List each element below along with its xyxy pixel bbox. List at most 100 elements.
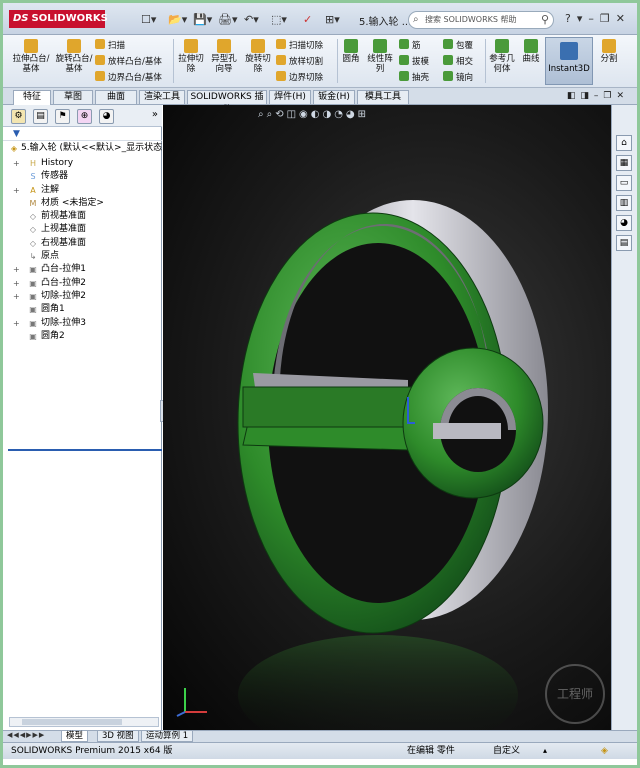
feature-tree-node[interactable]: M 材质 <未指定>: [3, 197, 162, 210]
feature-tree-node[interactable]: + ▣ 切除-拉伸2: [3, 290, 162, 303]
feature-tree-node[interactable]: ◇ 右视基准面: [3, 237, 162, 250]
new-document-button[interactable]: ☐▾: [141, 12, 156, 28]
revolve-cut-button[interactable]: 旋转切除: [242, 39, 274, 74]
tab-mold-tools[interactable]: 模具工具(O): [357, 90, 409, 115]
minimize-button[interactable]: –: [588, 12, 600, 25]
unit-system-selector[interactable]: 自定义: [493, 743, 520, 759]
feature-tree-node[interactable]: ↳ 原点: [3, 250, 162, 263]
feature-tree-node[interactable]: ◇ 上视基准面: [3, 223, 162, 236]
custom-properties-icon[interactable]: ▤: [616, 235, 632, 251]
feature-tree-root[interactable]: ◈ 5.输入轮 (默认<<默认>_显示状态: [3, 142, 162, 155]
boundary-boss-button[interactable]: 边界凸台/基体: [95, 71, 162, 84]
expand-toggle-icon[interactable]: +: [13, 277, 21, 290]
reference-geometry-button[interactable]: 参考几何体: [487, 39, 517, 74]
tab-motion-study[interactable]: 运动算例 1: [141, 731, 194, 742]
tab-addins[interactable]: SOLIDWORKS 插件: [187, 90, 267, 115]
split-button[interactable]: 分割: [597, 39, 621, 64]
solidworks-logo[interactable]: DS SOLIDWORKS: [9, 10, 108, 28]
feature-tree-node[interactable]: ▣ 圆角2: [3, 330, 162, 343]
sweep-button[interactable]: 扫描: [95, 39, 125, 52]
print-button[interactable]: 🖨▾: [218, 12, 238, 28]
appearances-icon[interactable]: ◕: [616, 215, 632, 231]
revolve-boss-button[interactable]: 旋转凸台/基体: [55, 39, 93, 74]
tag-icon[interactable]: ◈: [601, 743, 608, 759]
tile-right-button[interactable]: ◨: [580, 91, 594, 101]
unit-menu-icon[interactable]: ▴: [543, 743, 547, 759]
expand-toggle-icon[interactable]: +: [13, 290, 21, 303]
feature-tree-node[interactable]: S 传感器: [3, 170, 162, 183]
boundary-cut-button[interactable]: 边界切除: [276, 71, 323, 84]
expand-toggle-icon[interactable]: +: [13, 317, 21, 330]
feature-tree-node[interactable]: + ▣ 凸台-拉伸1: [3, 263, 162, 276]
intersect-button[interactable]: 相交: [443, 55, 473, 68]
display-manager-tab-icon[interactable]: ◕: [99, 109, 114, 124]
save-button[interactable]: 💾▾: [193, 12, 212, 28]
graphics-area[interactable]: ⌕⌕⟲◫◉◐◑◔◕⊞ 工程师: [163, 105, 611, 730]
wrap-button[interactable]: 包覆: [443, 39, 473, 52]
tab-model[interactable]: 模型: [61, 731, 89, 742]
help-menu-icon[interactable]: ▾: [577, 12, 589, 25]
draft-button[interactable]: 拔模: [399, 55, 429, 68]
extrude-cut-button[interactable]: 拉伸切除: [176, 39, 206, 74]
file-explorer-icon[interactable]: ▭: [616, 175, 632, 191]
configuration-manager-tab-icon[interactable]: ⚑: [55, 109, 70, 124]
lofted-cut-button[interactable]: 放样切割: [276, 55, 323, 68]
tab-weldments[interactable]: 焊件(H): [269, 90, 311, 104]
linear-pattern-button[interactable]: 线性阵列: [365, 39, 395, 74]
help-search-input[interactable]: ⌕ 搜索 SOLIDWORKS 帮助 ⚲: [408, 11, 554, 29]
tab-3d-views[interactable]: 3D 视图: [97, 731, 139, 742]
undo-button[interactable]: ↶▾: [244, 12, 259, 28]
tab-sketch[interactable]: 草图: [53, 90, 93, 104]
close-button[interactable]: ✕: [616, 12, 631, 25]
expand-toggle-icon[interactable]: +: [13, 157, 21, 170]
property-manager-tab-icon[interactable]: ▤: [33, 109, 48, 124]
filter-icon[interactable]: ▼: [3, 127, 162, 141]
tab-surfaces[interactable]: 曲面: [95, 90, 137, 104]
dimxpert-tab-icon[interactable]: ⊕: [77, 109, 92, 124]
restore-button[interactable]: ❐: [600, 12, 616, 25]
expand-toggle-icon[interactable]: +: [13, 184, 21, 197]
swept-cut-button[interactable]: 扫描切除: [276, 39, 323, 52]
feature-tree-node[interactable]: ◇ 前视基准面: [3, 210, 162, 223]
expand-tabs-icon[interactable]: »: [152, 109, 158, 120]
design-library-icon[interactable]: ▦: [616, 155, 632, 171]
rollback-bar[interactable]: [8, 449, 162, 451]
hole-wizard-button[interactable]: 异型孔向导: [208, 39, 240, 74]
scroll-thumb[interactable]: [22, 719, 122, 725]
mirror-button[interactable]: 镜向: [443, 71, 473, 84]
tab-nav-arrows[interactable]: ◀◀◀▶▶▶: [7, 731, 45, 739]
open-button[interactable]: 📂▾: [168, 12, 187, 28]
options-button[interactable]: ⊞▾: [325, 12, 340, 28]
extrude-boss-button[interactable]: 拉伸凸台/基体: [11, 39, 51, 74]
instant3d-button[interactable]: Instant3D: [545, 37, 593, 85]
shell-button[interactable]: 抽壳: [399, 71, 429, 84]
tile-left-button[interactable]: ◧: [567, 91, 581, 101]
loft-boss-button[interactable]: 放样凸台/基体: [95, 55, 162, 68]
rib-button[interactable]: 筋: [399, 39, 421, 52]
tab-features[interactable]: 特征: [13, 90, 51, 105]
view-palette-icon[interactable]: ▥: [616, 195, 632, 211]
feature-manager-tab-icon[interactable]: ⚙: [11, 109, 26, 124]
doc-restore-button[interactable]: ❐: [603, 91, 616, 101]
tab-render-tools[interactable]: 渲染工具: [139, 90, 185, 104]
expand-toggle-icon[interactable]: +: [13, 263, 21, 276]
feature-tree-node[interactable]: + H History: [3, 157, 162, 170]
part-model-view[interactable]: [163, 105, 611, 730]
loft-boss-label: 放样凸台/基体: [108, 57, 162, 67]
ribbon-separator: [337, 39, 338, 83]
sw-resources-icon[interactable]: ⌂: [616, 135, 632, 151]
search-go-icon[interactable]: ⚲: [541, 12, 549, 28]
feature-tree-node[interactable]: + ▣ 凸台-拉伸2: [3, 277, 162, 290]
feature-tree-node[interactable]: + ▣ 切除-拉伸3: [3, 317, 162, 330]
rebuild-button[interactable]: ✓: [303, 12, 312, 28]
tab-sheet-metal[interactable]: 钣金(H): [313, 90, 355, 104]
feature-tree-node[interactable]: + A 注解: [3, 184, 162, 197]
curves-button[interactable]: 曲线: [519, 39, 543, 64]
doc-minimize-button[interactable]: –: [594, 91, 604, 101]
fillet-button[interactable]: 圆角: [339, 39, 363, 64]
doc-close-button[interactable]: ✕: [616, 91, 629, 101]
horizontal-scrollbar[interactable]: [9, 717, 159, 727]
help-button[interactable]: ?: [565, 12, 577, 25]
select-button[interactable]: ⬚▾: [271, 12, 287, 28]
feature-tree-node[interactable]: ▣ 圆角1: [3, 303, 162, 316]
